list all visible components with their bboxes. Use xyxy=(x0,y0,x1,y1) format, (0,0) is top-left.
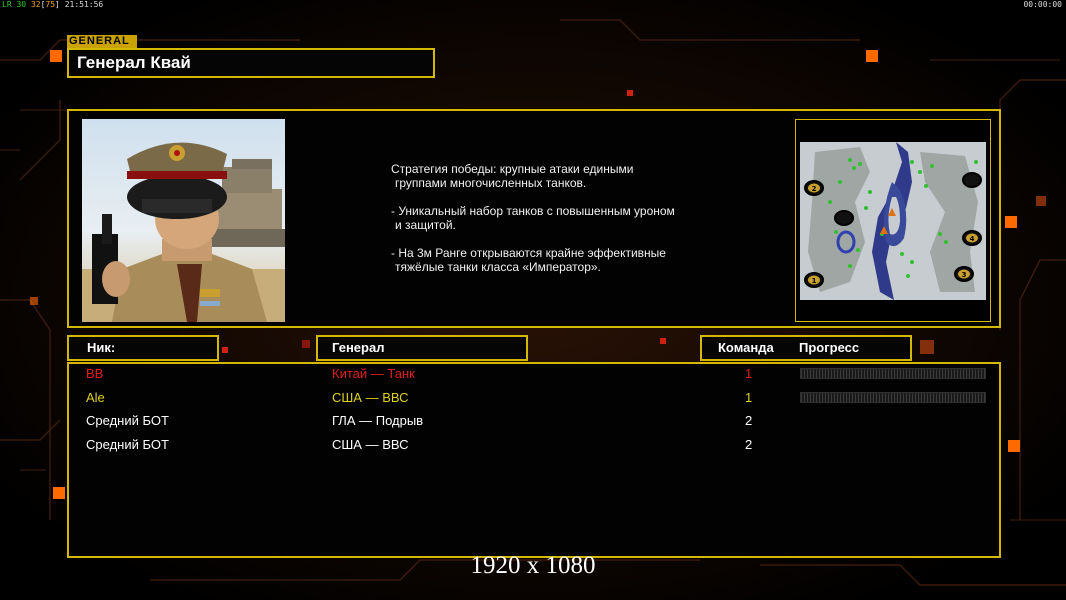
general-title: Генерал Квай xyxy=(67,48,435,78)
start-slot-2: 2 xyxy=(812,185,817,193)
player-row[interactable]: BB Китай — Танк 1 xyxy=(69,364,999,384)
description-line: и защитой. xyxy=(395,218,456,232)
player-general: США — ВВС xyxy=(332,437,409,452)
player-row[interactable]: Средний БОТ США — ВВС 2 xyxy=(69,435,999,455)
description-line: группами многочисленных танков. xyxy=(395,176,587,190)
hud-game-timer: 00:00:00 xyxy=(1023,0,1062,9)
player-row[interactable]: Ale США — ВВС 1 xyxy=(69,388,999,408)
player-team: 2 xyxy=(745,413,753,428)
hud-value-b: 32 xyxy=(30,0,41,9)
player-general: США — ВВС xyxy=(332,390,409,405)
description-paragraph: - Уникальный набор танков с повышенным у… xyxy=(391,204,721,232)
minimap[interactable]: 1 2 3 4 xyxy=(795,119,991,322)
start-slot-4: 4 xyxy=(970,235,975,243)
player-progress-bar xyxy=(800,368,986,379)
column-header-general: Генерал xyxy=(316,335,528,361)
hud-value-a: 30 xyxy=(16,0,27,9)
hud-value-c: 75 xyxy=(45,0,56,9)
player-nick: Средний БОТ xyxy=(86,437,169,452)
player-row[interactable]: Средний БОТ ГЛА — Подрыв 2 xyxy=(69,411,999,431)
hud-prefix: LR xyxy=(2,0,12,9)
player-progress-bar xyxy=(800,392,986,403)
player-nick: Средний БОТ xyxy=(86,413,169,428)
player-team: 2 xyxy=(745,437,753,452)
hud-clock: 21:51:56 xyxy=(64,0,104,9)
description-line: тяжёлые танки класса «Император». xyxy=(395,260,601,274)
player-general: ГЛА — Подрыв xyxy=(332,413,424,428)
description-line: Стратегия победы: крупные атаки едиными xyxy=(391,162,634,176)
player-nick: Ale xyxy=(86,390,105,405)
description-paragraph: - На 3м Ранге открываются крайне эффекти… xyxy=(391,246,721,274)
player-team: 1 xyxy=(745,390,753,405)
start-slot-3: 3 xyxy=(962,271,967,279)
column-header-nick: Ник: xyxy=(67,335,219,361)
column-header-team: Команда xyxy=(718,340,774,355)
column-header-progress: Прогресс xyxy=(799,340,860,355)
player-team: 1 xyxy=(745,366,753,381)
description-line: - Уникальный набор танков с повышенным у… xyxy=(391,204,675,218)
resolution-label: 1920 x 1080 xyxy=(470,552,596,579)
start-slot-1: 1 xyxy=(812,277,817,285)
hud-stats: LR 30 32[75] 21:51:56 xyxy=(2,0,104,9)
players-panel: BB Китай — Танк 1 Ale США — ВВС 1 Средни… xyxy=(67,362,1001,558)
general-description: Стратегия победы: крупные атаки едиными … xyxy=(391,162,721,288)
player-nick: BB xyxy=(86,366,104,381)
map-icon: 1 2 3 4 xyxy=(800,142,986,300)
player-general: Китай — Танк xyxy=(332,366,415,381)
general-tag: GENERAL xyxy=(67,35,137,48)
general-portrait xyxy=(82,119,285,322)
column-header-team-progress: Команда Прогресс xyxy=(700,335,912,361)
general-info-panel: Стратегия победы: крупные атаки едиными … xyxy=(67,109,1001,328)
description-line: - На 3м Ранге открываются крайне эффекти… xyxy=(391,246,666,260)
description-paragraph: Стратегия победы: крупные атаки едиными … xyxy=(391,162,721,190)
